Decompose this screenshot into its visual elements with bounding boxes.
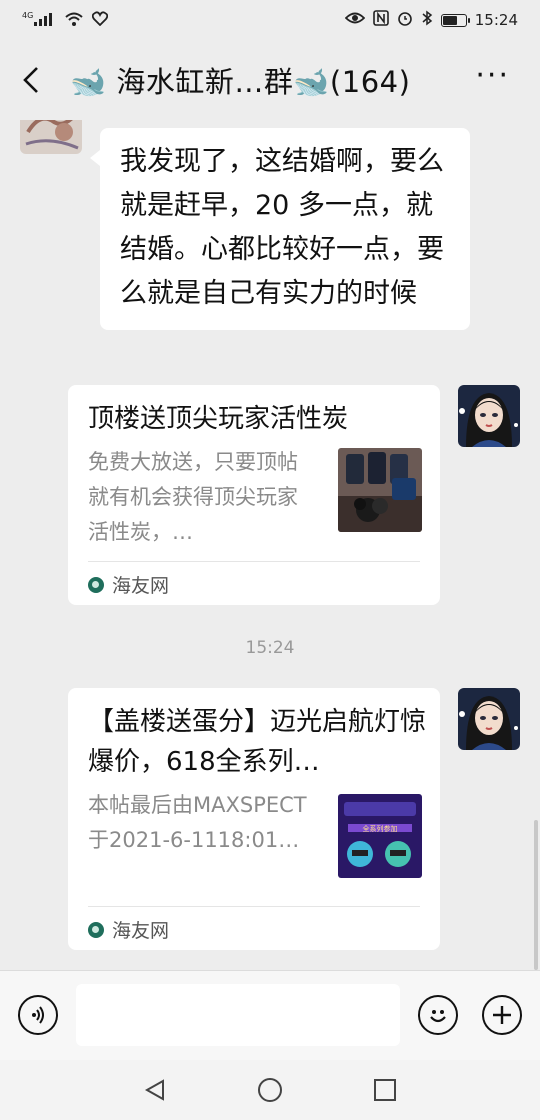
heart-icon xyxy=(91,11,109,29)
scrollbar[interactable] xyxy=(534,820,538,970)
recents-square-icon xyxy=(374,1079,396,1101)
nav-back-button[interactable] xyxy=(140,1075,170,1105)
status-right: 15:24 xyxy=(344,10,518,30)
source-name: 海友网 xyxy=(112,575,170,597)
card-thumbnail xyxy=(338,448,422,532)
back-button[interactable] xyxy=(18,67,44,93)
card-title: 【盖楼送蛋分】迈光启航灯惊爆价，618全系列… xyxy=(88,707,427,777)
more-icon: ··· xyxy=(475,58,510,93)
chevron-left-icon xyxy=(23,67,38,93)
bluetooth-icon xyxy=(421,10,433,30)
link-card-1[interactable]: 顶楼送顶尖玩家活性炭 免费大放送，只要顶帖就有机会获得顶尖玩家活性炭，… 海友网 xyxy=(68,385,440,605)
nav-recents-button[interactable] xyxy=(370,1075,400,1105)
nfc-icon xyxy=(372,10,389,30)
voice-button[interactable] xyxy=(18,995,58,1035)
my-avatar[interactable] xyxy=(458,385,520,447)
message-text: 我发现了，这结婚啊，要么就是赶早，20 多一点，就结婚。心都比较好一点，要么就是… xyxy=(120,146,444,309)
home-circle-icon xyxy=(258,1078,282,1102)
card-divider xyxy=(88,561,420,562)
message-input[interactable] xyxy=(76,984,400,1046)
link-card-2[interactable]: 【盖楼送蛋分】迈光启航灯惊爆价，618全系列… 本帖最后由MAXSPECT于20… xyxy=(68,688,440,950)
battery-icon xyxy=(440,13,470,27)
wifi-icon xyxy=(64,11,84,30)
more-button[interactable]: ··· xyxy=(475,61,510,91)
status-bar: 4G 15:24 xyxy=(0,0,540,40)
card-source: 海友网 xyxy=(88,571,169,598)
text-message-bubble[interactable]: 我发现了，这结婚啊，要么就是赶早，20 多一点，就结婚。心都比较好一点，要么就是… xyxy=(90,128,470,330)
plus-button[interactable] xyxy=(482,995,522,1035)
card-thumbnail: 全系列参加 xyxy=(338,794,422,878)
source-logo-icon xyxy=(88,921,104,938)
source-logo-icon xyxy=(88,576,104,593)
chat-title: 🐋 海水缸新…群🐋(164) xyxy=(70,65,411,99)
status-left: 4G xyxy=(22,11,109,30)
card-description: 免费大放送，只要顶帖就有机会获得顶尖玩家活性炭，… xyxy=(88,450,298,544)
signal-icon: 4G xyxy=(22,11,56,30)
nav-home-button[interactable] xyxy=(255,1075,285,1105)
voice-icon xyxy=(32,1006,44,1024)
eye-icon xyxy=(344,11,366,29)
card-title: 顶楼送顶尖玩家活性炭 xyxy=(88,404,349,434)
chat-header: 🐋 海水缸新…群🐋(164) ··· xyxy=(0,40,540,120)
system-nav-bar xyxy=(0,1060,540,1120)
input-bar xyxy=(0,970,540,1060)
plus-icon xyxy=(493,1006,511,1024)
thumb-text: 全系列参加 xyxy=(363,824,398,833)
status-time: 15:24 xyxy=(474,11,518,29)
source-name: 海友网 xyxy=(112,920,170,942)
timestamp: 15:24 xyxy=(245,638,295,658)
alarm-icon xyxy=(397,10,413,30)
card-divider xyxy=(88,906,420,907)
card-source: 海友网 xyxy=(88,916,169,943)
card-description: 本帖最后由MAXSPECT于2021-6-1118:01… xyxy=(88,793,307,852)
sender-avatar[interactable] xyxy=(20,120,82,154)
svg-text:4G: 4G xyxy=(22,11,33,20)
emoji-icon xyxy=(430,1010,446,1023)
back-triangle-icon xyxy=(144,1079,164,1101)
my-avatar[interactable] xyxy=(458,688,520,750)
chat-area[interactable]: 我发现了，这结婚啊，要么就是赶早，20 多一点，就结婚。心都比较好一点，要么就是… xyxy=(0,120,540,970)
emoji-button[interactable] xyxy=(418,995,458,1035)
battery-level xyxy=(442,15,458,25)
